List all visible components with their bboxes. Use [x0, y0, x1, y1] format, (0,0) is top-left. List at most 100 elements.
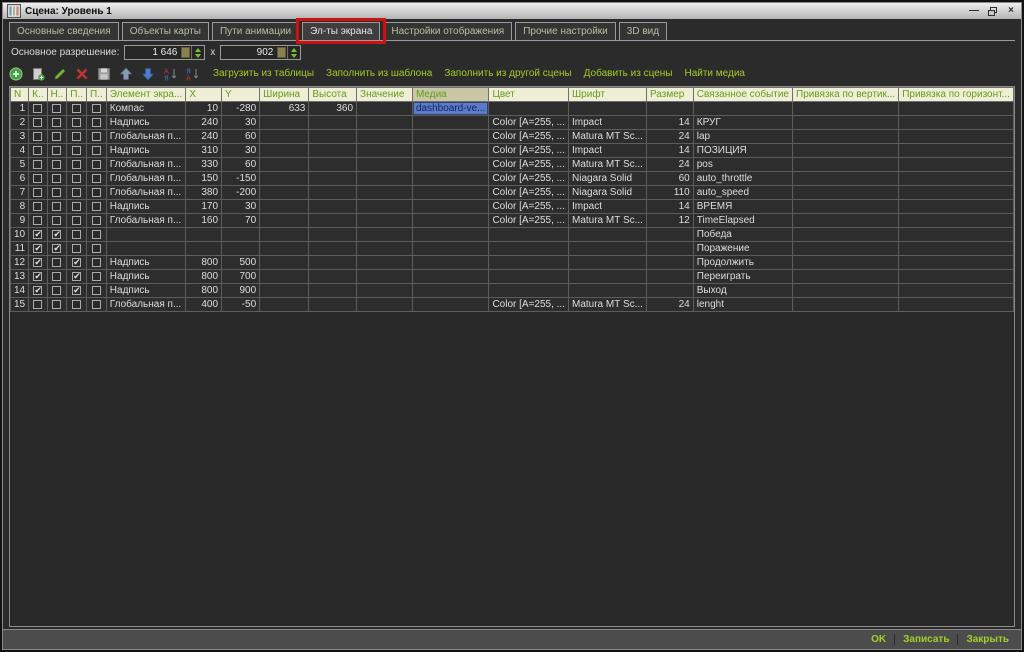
column-header-y[interactable]: Y	[221, 87, 261, 102]
cell-width[interactable]	[259, 171, 310, 186]
cell-value[interactable]	[356, 157, 413, 172]
cell-event[interactable]: auto_throttle	[692, 171, 794, 186]
move-down-icon[interactable]	[141, 67, 155, 81]
column-header-height[interactable]: Высота	[308, 87, 358, 102]
cell-size[interactable]	[645, 227, 694, 242]
cell-event[interactable]: lap	[692, 129, 794, 144]
cell-element[interactable]: Надпись	[105, 115, 187, 130]
cell-h_anchor[interactable]	[898, 199, 1014, 214]
cell-size[interactable]: 14	[645, 199, 694, 214]
cell-media[interactable]	[411, 227, 490, 242]
cell-font[interactable]	[568, 241, 647, 256]
cell-h_anchor[interactable]	[898, 129, 1014, 144]
row-checkbox[interactable]	[52, 103, 62, 113]
cell-width[interactable]	[259, 199, 310, 214]
cell-x[interactable]: 330	[185, 157, 223, 172]
cell-event[interactable]: Выход	[692, 283, 794, 298]
cell-color[interactable]: Color [A=255, ...	[488, 157, 569, 172]
cell-size[interactable]: 24	[645, 297, 694, 312]
cell-width[interactable]	[259, 157, 310, 172]
cell-size[interactable]	[645, 101, 694, 116]
row-checkbox[interactable]	[33, 299, 43, 309]
cell-size[interactable]: 24	[645, 157, 694, 172]
cell-height[interactable]	[308, 115, 358, 130]
cell-n[interactable]: 14	[10, 283, 30, 298]
row-checkbox[interactable]	[52, 299, 62, 309]
cell-h_anchor[interactable]	[898, 143, 1014, 158]
spin-up-icon[interactable]	[195, 47, 202, 52]
cell-width[interactable]	[259, 213, 310, 228]
column-header-c3[interactable]: П..	[86, 87, 107, 102]
cell-media[interactable]	[411, 283, 490, 298]
cell-n[interactable]: 5	[10, 157, 30, 172]
row-checkbox[interactable]	[72, 215, 82, 225]
row-checkbox[interactable]	[91, 103, 101, 113]
column-header-width[interactable]: Ширина	[259, 87, 310, 102]
column-header-v_anchor[interactable]: Привязка по вертик...	[791, 87, 900, 102]
add-icon[interactable]	[9, 67, 23, 81]
cell-element[interactable]: Надпись	[105, 269, 187, 284]
column-header-c0[interactable]: К..	[28, 87, 48, 102]
row-checkbox[interactable]	[52, 257, 62, 267]
column-header-value[interactable]: Значение	[356, 87, 413, 102]
cell-y[interactable]: -280	[221, 101, 261, 116]
cell-h_anchor[interactable]	[898, 241, 1014, 256]
row-checkbox[interactable]	[52, 187, 62, 197]
cell-height[interactable]	[308, 297, 358, 312]
cell-color[interactable]: Color [A=255, ...	[488, 297, 569, 312]
cell-v_anchor[interactable]	[791, 101, 900, 116]
close-icon[interactable]: ×	[1005, 5, 1017, 17]
cell-media[interactable]	[411, 115, 490, 130]
column-header-element[interactable]: Элемент экра...	[105, 87, 187, 102]
row-checkbox[interactable]	[72, 117, 82, 127]
row-checkbox[interactable]	[91, 159, 101, 169]
cell-y[interactable]: -200	[221, 185, 261, 200]
row-checkbox[interactable]	[33, 187, 43, 197]
cell-font[interactable]: Matura MT Sc...	[568, 297, 647, 312]
cell-v_anchor[interactable]	[791, 185, 900, 200]
find-media-button[interactable]: Найти медиа	[684, 68, 745, 79]
row-checkbox[interactable]	[72, 173, 82, 183]
cell-font[interactable]: Matura MT Sc...	[568, 129, 647, 144]
cell-x[interactable]: 170	[185, 199, 223, 214]
cell-width[interactable]	[259, 241, 310, 256]
cell-value[interactable]	[356, 115, 413, 130]
row-checkbox[interactable]	[33, 173, 43, 183]
row-checkbox[interactable]	[52, 173, 62, 183]
resolution-width-spinner[interactable]	[191, 46, 204, 59]
row-checkbox[interactable]	[91, 299, 101, 309]
row-checkbox[interactable]	[72, 145, 82, 155]
row-checkbox[interactable]	[33, 229, 43, 239]
load-from-table-button[interactable]: Загрузить из таблицы	[213, 68, 314, 79]
cell-n[interactable]: 12	[10, 255, 30, 270]
cell-media[interactable]	[411, 269, 490, 284]
cell-n[interactable]: 2	[10, 115, 30, 130]
row-checkbox[interactable]	[72, 299, 82, 309]
resolution-width-value[interactable]: 1 646	[125, 47, 180, 58]
resolution-height-picker-button[interactable]	[277, 47, 287, 58]
cell-font[interactable]: Matura MT Sc...	[568, 213, 647, 228]
cell-size[interactable]	[645, 255, 694, 270]
cell-size[interactable]	[645, 241, 694, 256]
cell-color[interactable]: Color [A=255, ...	[488, 213, 569, 228]
cell-font[interactable]: Niagara Solid	[568, 185, 647, 200]
cell-size[interactable]: 110	[645, 185, 694, 200]
cell-n[interactable]: 6	[10, 171, 30, 186]
cell-color[interactable]	[488, 227, 569, 242]
cell-size[interactable]	[645, 269, 694, 284]
add-from-scene-button[interactable]: Добавить из сцены	[584, 68, 673, 79]
column-header-h_anchor[interactable]: Привязка по горизонт...	[898, 87, 1014, 102]
cell-h_anchor[interactable]	[898, 255, 1014, 270]
cell-element[interactable]: Глобальная п...	[105, 213, 187, 228]
cell-value[interactable]	[356, 283, 413, 298]
row-checkbox[interactable]	[91, 117, 101, 127]
tab-screen-elements[interactable]: Эл-ты экрана	[296, 18, 387, 44]
cell-n[interactable]: 8	[10, 199, 30, 214]
ok-button[interactable]: OK	[863, 634, 894, 645]
add-page-icon[interactable]	[31, 67, 45, 81]
cell-color[interactable]	[488, 241, 569, 256]
column-header-c1[interactable]: Н..	[46, 87, 68, 102]
resolution-width-picker-button[interactable]	[181, 47, 191, 58]
cell-n[interactable]: 7	[10, 185, 30, 200]
row-checkbox[interactable]	[91, 215, 101, 225]
